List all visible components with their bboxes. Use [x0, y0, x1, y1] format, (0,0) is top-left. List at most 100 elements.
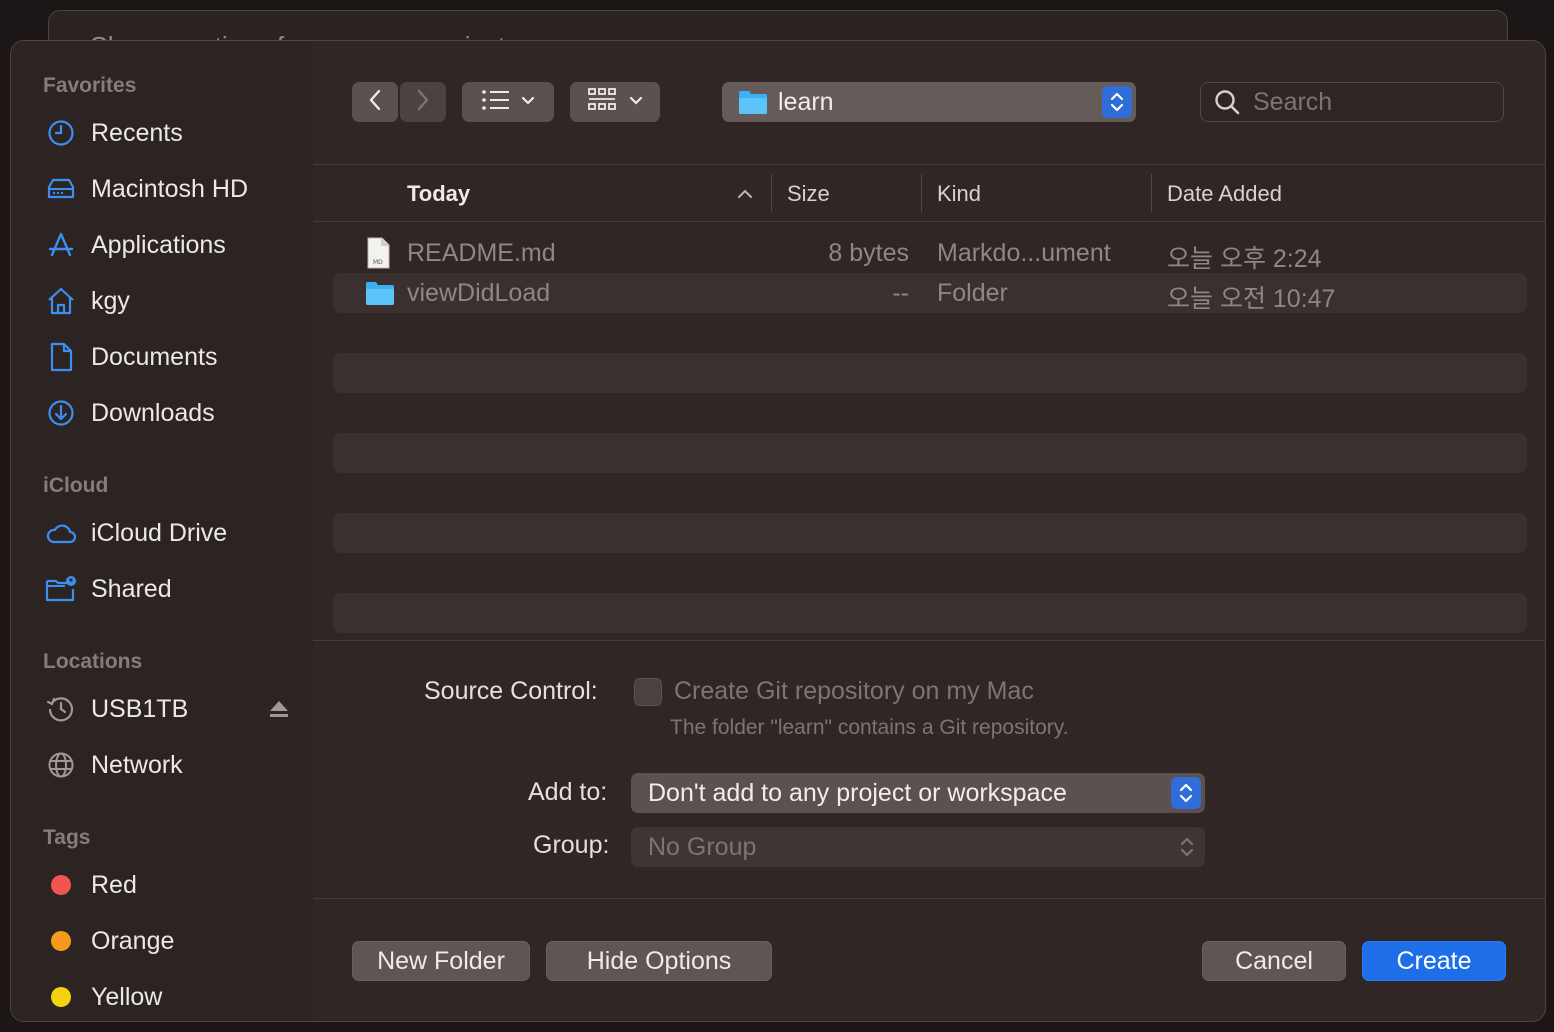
- column-separator[interactable]: [921, 174, 922, 212]
- sidebar-item-tag-red[interactable]: Red: [35, 863, 299, 907]
- list-icon: [481, 89, 511, 116]
- sidebar-item-icloud-drive[interactable]: iCloud Drive: [35, 511, 299, 555]
- location-popup[interactable]: learn: [722, 82, 1136, 122]
- sidebar-item-label: Downloads: [91, 398, 215, 427]
- sidebar-item-downloads[interactable]: Downloads: [35, 391, 299, 435]
- column-header-name[interactable]: Today: [407, 179, 470, 209]
- save-sheet: Favorites Recents Macintosh HD Applicati…: [10, 40, 1546, 1022]
- orange-tag-dot: [51, 931, 71, 951]
- add-to-value: Don't add to any project or workspace: [648, 778, 1067, 807]
- group-popup[interactable]: No Group: [631, 827, 1205, 867]
- table-row[interactable]: MD README.md 8 bytes Markdo...ument 오늘 오…: [333, 233, 1527, 273]
- sidebar-item-shared[interactable]: Shared: [35, 567, 299, 611]
- shared-folder-icon: [45, 573, 77, 605]
- folder-icon: [738, 89, 768, 115]
- column-header-date-added[interactable]: Date Added: [1167, 179, 1282, 209]
- new-folder-button[interactable]: New Folder: [352, 941, 530, 981]
- search-icon: [1213, 88, 1241, 116]
- sidebar-section-locations: Locations: [43, 650, 143, 673]
- sidebar-item-applications[interactable]: Applications: [35, 223, 299, 267]
- divider: [313, 898, 1545, 899]
- cloud-icon: [45, 517, 77, 549]
- column-separator[interactable]: [1151, 174, 1152, 212]
- sidebar-item-documents[interactable]: Documents: [35, 335, 299, 379]
- sidebar-item-macintosh-hd[interactable]: Macintosh HD: [35, 167, 299, 211]
- column-header-size[interactable]: Size: [787, 179, 830, 209]
- file-date-added: 오늘 오후 2:24: [1167, 245, 1322, 273]
- column-header-kind[interactable]: Kind: [937, 179, 981, 209]
- divider: [313, 164, 1545, 165]
- add-to-label: Add to:: [528, 778, 608, 806]
- yellow-tag-dot: [51, 987, 71, 1007]
- sidebar-item-kgy[interactable]: kgy: [35, 279, 299, 323]
- markdown-file-icon: MD: [365, 237, 395, 269]
- sidebar-section-icloud: iCloud: [43, 474, 109, 497]
- download-icon: [45, 397, 77, 429]
- sidebar-section-tags: Tags: [43, 826, 91, 849]
- sidebar-item-network[interactable]: Network: [35, 743, 299, 787]
- table-row[interactable]: viewDidLoad -- Folder 오늘 오전 10:47: [333, 273, 1527, 313]
- updown-chevron-icon: [1179, 835, 1195, 866]
- list-view-button[interactable]: [462, 82, 554, 122]
- group-value: No Group: [648, 832, 757, 861]
- sidebar-item-usb1tb[interactable]: USB1TB: [35, 687, 299, 731]
- empty-row-stripe: [333, 593, 1527, 633]
- chevron-left-icon: [367, 88, 383, 117]
- sidebar-item-label: Yellow: [91, 982, 163, 1011]
- file-name: viewDidLoad: [407, 279, 551, 307]
- updown-chevron-icon: [1102, 86, 1132, 118]
- sidebar-item-label: kgy: [91, 286, 130, 315]
- chevron-down-icon: [629, 93, 643, 111]
- divider: [313, 640, 1545, 641]
- sidebar-item-label: iCloud Drive: [91, 518, 228, 547]
- applications-icon: [45, 229, 77, 261]
- sidebar-item-tag-orange[interactable]: Orange: [35, 919, 299, 963]
- create-button[interactable]: Create: [1362, 941, 1506, 981]
- eject-icon[interactable]: [267, 697, 291, 721]
- empty-row-stripe: [333, 433, 1527, 473]
- cancel-button[interactable]: Cancel: [1202, 941, 1346, 981]
- folder-icon: [365, 280, 395, 312]
- create-git-repo-checkbox[interactable]: [634, 678, 662, 706]
- git-repo-note: The folder "learn" contains a Git reposi…: [670, 716, 1069, 739]
- file-kind: Folder: [937, 279, 1008, 307]
- document-icon: [45, 341, 77, 373]
- back-button[interactable]: [352, 82, 398, 122]
- sidebar-item-label: Applications: [91, 230, 226, 259]
- chevron-down-icon: [521, 93, 535, 111]
- column-separator[interactable]: [771, 174, 772, 212]
- disk-icon: [45, 173, 77, 205]
- hide-options-button[interactable]: Hide Options: [546, 941, 772, 981]
- sidebar-item-label: USB1TB: [91, 694, 189, 723]
- create-git-repo-label: Create Git repository on my Mac: [674, 677, 1034, 705]
- sort-chevron-up-icon: [737, 187, 753, 205]
- search-field[interactable]: [1200, 82, 1504, 122]
- sidebar: Favorites Recents Macintosh HD Applicati…: [11, 41, 313, 1021]
- sidebar-section-favorites: Favorites: [43, 74, 137, 97]
- file-size: 8 bytes: [828, 239, 909, 267]
- group-label: Group:: [533, 831, 610, 859]
- sidebar-item-recents[interactable]: Recents: [35, 111, 299, 155]
- search-input[interactable]: [1253, 87, 1483, 117]
- time-machine-icon: [45, 693, 77, 725]
- chevron-right-icon: [415, 88, 431, 117]
- globe-icon: [45, 749, 77, 781]
- home-icon: [45, 285, 77, 317]
- empty-row-stripe: [333, 353, 1527, 393]
- add-to-popup[interactable]: Don't add to any project or workspace: [631, 773, 1205, 813]
- file-date-added: 오늘 오전 10:47: [1167, 285, 1336, 313]
- divider: [313, 221, 1545, 222]
- updown-chevron-icon: [1171, 777, 1201, 809]
- file-size: --: [892, 279, 909, 307]
- sidebar-item-label: Network: [91, 750, 183, 779]
- red-tag-dot: [51, 875, 71, 895]
- group-view-button[interactable]: [570, 82, 660, 122]
- sidebar-item-label: Macintosh HD: [91, 174, 248, 203]
- forward-button[interactable]: [400, 82, 446, 122]
- file-kind: Markdo...ument: [937, 239, 1111, 267]
- source-control-label: Source Control:: [424, 677, 598, 705]
- svg-text:MD: MD: [373, 259, 383, 266]
- sidebar-item-tag-yellow[interactable]: Yellow: [35, 975, 299, 1019]
- grid-icon: [587, 87, 617, 118]
- sidebar-item-label: Recents: [91, 118, 183, 147]
